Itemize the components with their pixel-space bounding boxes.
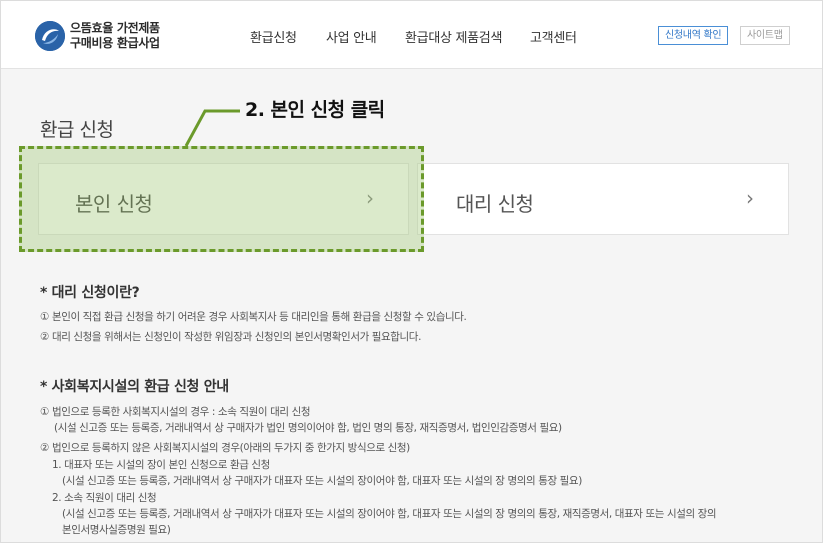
check-application-button[interactable]: 신청내역 확인 [658, 26, 729, 45]
welfare-info-line: ① 법인으로 등록한 사회복지시설의 경우 : 소속 직원이 대리 신청 [40, 406, 311, 418]
nav-business-info[interactable]: 사업 안내 [326, 27, 377, 46]
proxy-info-line: ② 대리 신청을 위해서는 신청인이 작성한 위임장과 신청인의 본인서명확인서… [40, 331, 422, 343]
chevron-right-icon: › [746, 186, 754, 210]
welfare-info-line: 1. 대표자 또는 시설의 장이 본인 신청으로 환급 신청 [52, 459, 270, 471]
proxy-info-title: * 대리 신청이란? [40, 285, 140, 301]
welfare-info-line: (시설 신고증 또는 등록증, 거래내역서 상 구매자가 대표자 또는 시설의 … [62, 475, 582, 487]
welfare-info-title: * 사회복지시설의 환급 신청 안내 [40, 379, 229, 395]
self-application-card[interactable]: 본인 신청 › [38, 163, 409, 235]
proxy-application-label: 대리 신청 [456, 192, 534, 216]
welfare-info-line: 본인서명사실증명원 필요) [62, 524, 171, 536]
welfare-info-line: ② 법인으로 등록하지 않은 사회복지시설의 경우(아래의 두가지 중 한가지 … [40, 442, 410, 454]
chevron-right-icon: › [366, 186, 374, 210]
self-application-label: 본인 신청 [75, 192, 153, 216]
nav-refund-apply[interactable]: 환급신청 [250, 27, 297, 46]
site-header: 으뜸효율 가전제품 구매비용 환급사업 환급신청 사업 안내 환급대상 제품검색… [1, 1, 822, 69]
welfare-info-line: (시설 신고증 또는 등록증, 거래내역서 상 구매자가 법인 명의이어야 함,… [54, 422, 562, 434]
proxy-info-line: ① 본인이 직접 환급 신청을 하기 어려운 경우 사회복지사 등 대리인을 통… [40, 311, 467, 323]
welfare-info-line: 2. 소속 직원이 대리 신청 [52, 492, 157, 504]
sitemap-button[interactable]: 사이트맵 [740, 26, 790, 45]
annotation-callout: 2. 본인 신청 클릭 [245, 99, 385, 121]
page-title: 환급 신청 [40, 119, 114, 141]
proxy-application-card[interactable]: 대리 신청 › [417, 163, 789, 235]
nav-customer-center[interactable]: 고객센터 [530, 27, 577, 46]
nav-product-search[interactable]: 환급대상 제품검색 [405, 27, 502, 46]
welfare-info-line: (시설 신고증 또는 등록증, 거래내역서 상 구매자가 대표자 또는 시설의 … [62, 508, 717, 520]
